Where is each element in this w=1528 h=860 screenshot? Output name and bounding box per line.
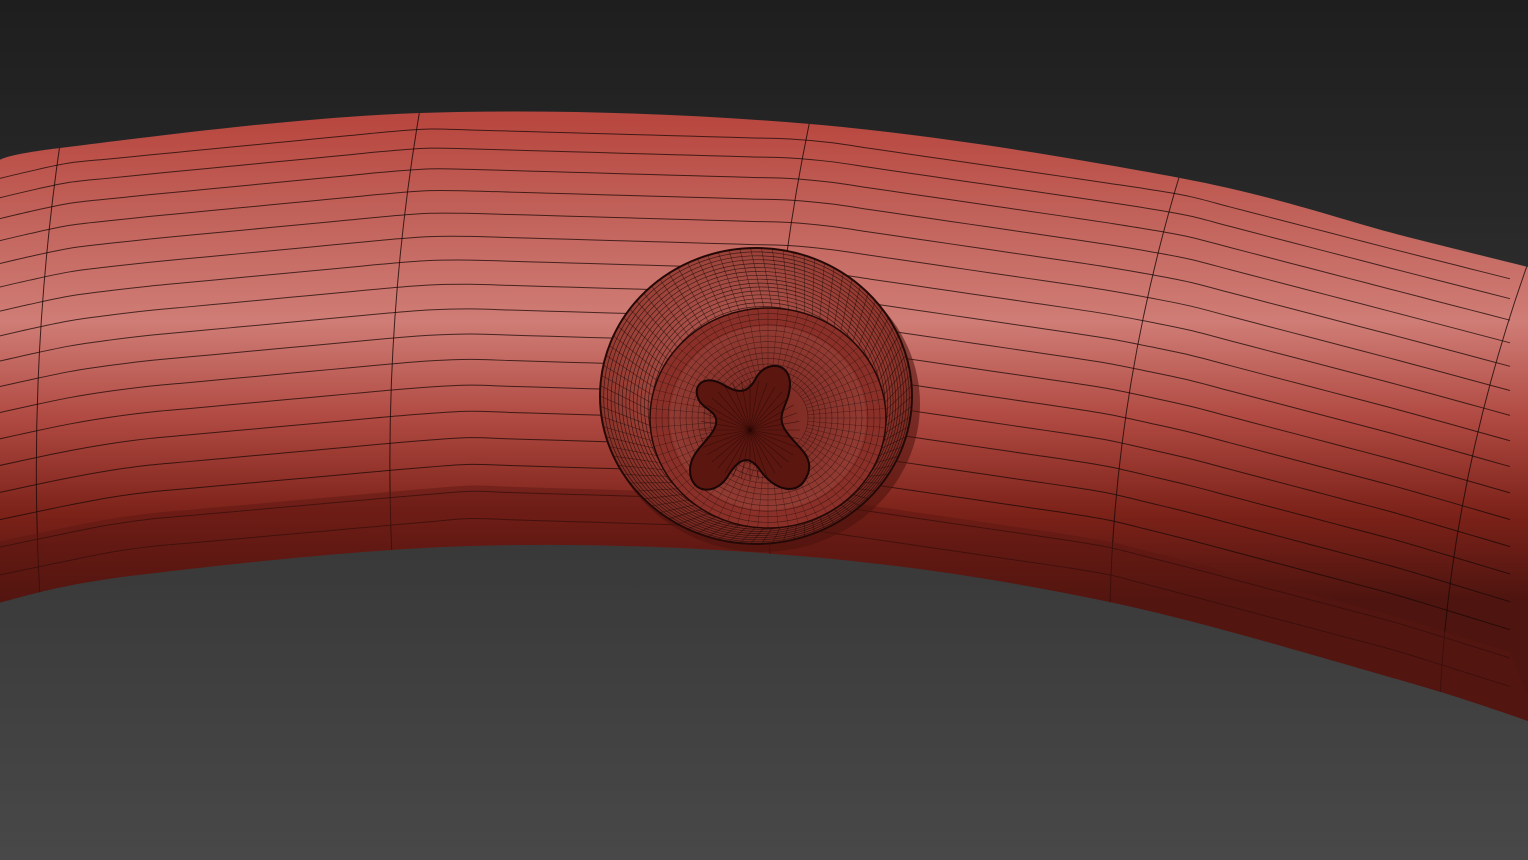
- viewport-canvas[interactable]: [0, 0, 1528, 860]
- 3d-viewport[interactable]: [0, 0, 1528, 860]
